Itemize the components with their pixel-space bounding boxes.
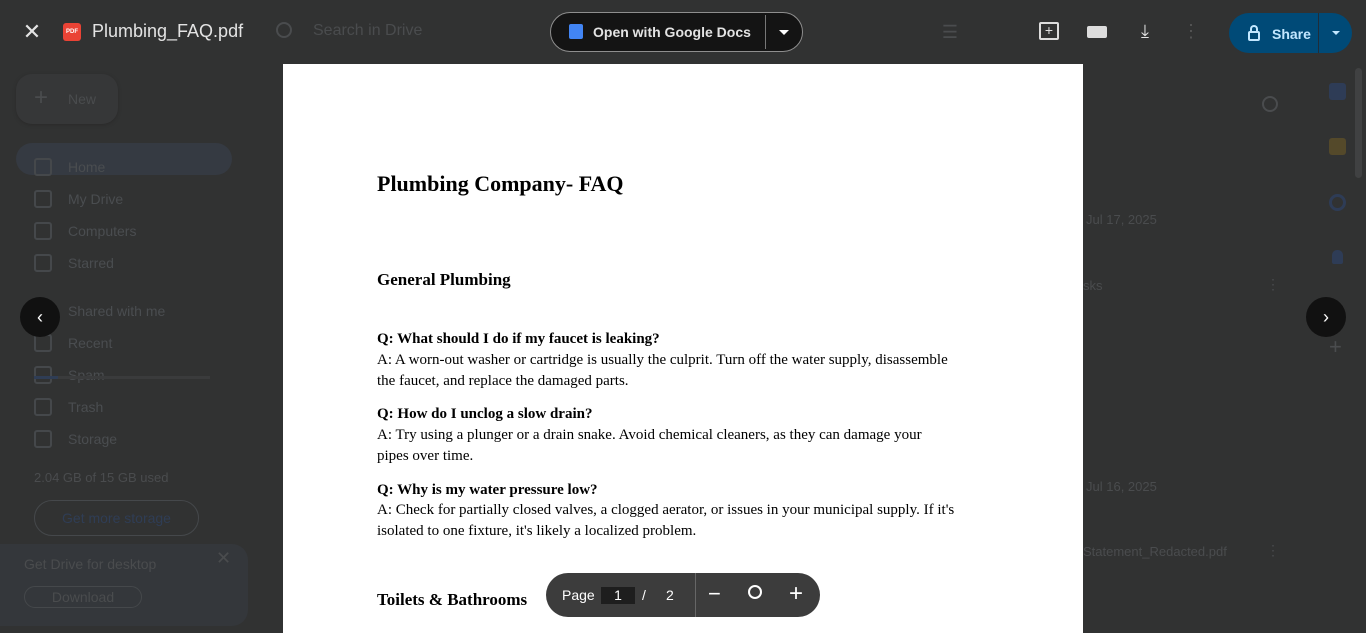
faq-question: Q: Why is my water pressure low? [377,482,598,498]
more-actions-button[interactable]: ⋮ [1179,19,1203,43]
drive-icon [34,190,52,208]
share-button-group: Share [1229,13,1352,53]
page-number-input[interactable]: 1 [601,587,635,604]
scrollbar [1355,68,1362,178]
divider [695,573,696,617]
chevron-left-icon: ‹ [37,306,43,327]
print-button[interactable] [1085,20,1109,44]
google-docs-icon [569,24,583,39]
share-button[interactable]: Share [1229,13,1318,53]
file-name: Statement_Redacted.pdf [1083,544,1227,559]
sidebar-item: Storage [68,431,118,447]
sidebar-item: Home [68,159,106,175]
caret-down-icon [1331,31,1340,35]
tasks-icon [1329,194,1346,211]
add-comment-button[interactable]: + [1037,19,1061,43]
more-icon: ⋮ [1266,542,1280,558]
download-button: Download [24,586,142,608]
add-comment-icon: + [1039,22,1059,40]
zoom-fit-button[interactable] [748,585,762,599]
faq-answer: A: Check for partially closed valves, a … [377,502,955,518]
sidebar-item: Spam [68,367,105,383]
section-heading: General Plumbing [377,270,511,289]
trash-icon [34,398,52,416]
sidebar-item: Shared with me [68,303,166,319]
share-dropdown-button[interactable] [1319,13,1352,53]
open-with-dropdown-button[interactable] [766,13,802,51]
faq-answer: A: A worn-out washer or cartridge is usu… [377,352,948,368]
sidebar-item: Trash [68,399,104,415]
calendar-icon [1329,83,1346,100]
faq-answer: A: Try using a plunger or a drain snake.… [377,427,922,443]
page-controls: Page 1 / 2 − + [546,573,820,617]
new-button: + New [16,74,118,124]
close-viewer-button[interactable]: ✕ [20,19,44,44]
home-icon [34,158,52,176]
info-icon [1262,96,1278,112]
page-label: Page [562,587,595,603]
new-label: New [68,91,97,107]
close-icon: ✕ [216,548,232,568]
download-button[interactable]: ⤓ [1133,19,1157,43]
cloud-icon [34,430,52,448]
filter-icon: ☰ [941,21,959,42]
sidebar-item: Recent [68,335,113,351]
file-name: sks [1083,278,1103,293]
share-label: Share [1272,26,1311,42]
date-label: Jul 16, 2025 [1086,479,1157,494]
viewer-toolbar: ✕ PDF Plumbing_FAQ.pdf Open with Google … [0,0,1366,64]
total-pages: 2 [666,587,674,603]
add-addon-icon: + [1329,334,1342,359]
previous-file-button[interactable]: ‹ [20,297,60,337]
promo-card: Get Drive for desktop ✕ Download [0,544,248,626]
page-separator: / [642,587,646,603]
spam-icon [34,366,52,384]
section-heading: Toilets & Bathrooms [377,590,528,609]
storage-used-text: 2.04 GB of 15 GB used [34,470,169,485]
sidebar-item: My Drive [68,191,124,207]
lock-shackle [1250,25,1258,33]
sidebar-item: Starred [68,255,114,271]
file-name-title: Plumbing_FAQ.pdf [92,21,244,41]
keep-icon [1329,138,1346,155]
faq-answer: pipes over time. [377,448,474,464]
date-label: Jul 17, 2025 [1086,212,1157,227]
printer-icon [1087,26,1107,38]
open-with-google-docs-button[interactable]: Open with Google Docs [551,13,765,51]
document-title: Plumbing Company- FAQ [377,171,624,196]
next-file-button[interactable]: › [1306,297,1346,337]
contacts-icon [1332,250,1343,264]
more-icon: ⋮ [1266,276,1280,292]
get-more-storage-button: Get more storage [34,500,199,536]
zoom-in-button[interactable]: + [789,580,803,608]
chevron-right-icon: › [1323,306,1329,327]
faq-answer: isolated to one fixture, it's likely a l… [377,523,697,539]
open-with-label: Open with Google Docs [593,24,751,40]
sidebar-item: Computers [68,223,137,239]
zoom-out-button[interactable]: − [708,581,721,607]
caret-down-icon [779,29,789,35]
promo-title: Get Drive for desktop [24,556,157,572]
faq-answer: the faucet, and replace the damaged part… [377,373,629,389]
faq-question: Q: How do I unclog a slow drain? [377,406,593,422]
computer-icon [34,222,52,240]
pdf-file-icon: PDF [63,23,81,41]
storage-bar [34,376,210,379]
pdf-page: Plumbing Company- FAQ General Plumbing Q… [283,64,1083,633]
plus-icon: + [34,84,49,111]
open-with-button-group: Open with Google Docs [550,12,803,52]
faq-question: Q: What should I do if my faucet is leak… [377,331,660,347]
storage-bar-fill [34,376,58,379]
star-icon [34,254,52,272]
